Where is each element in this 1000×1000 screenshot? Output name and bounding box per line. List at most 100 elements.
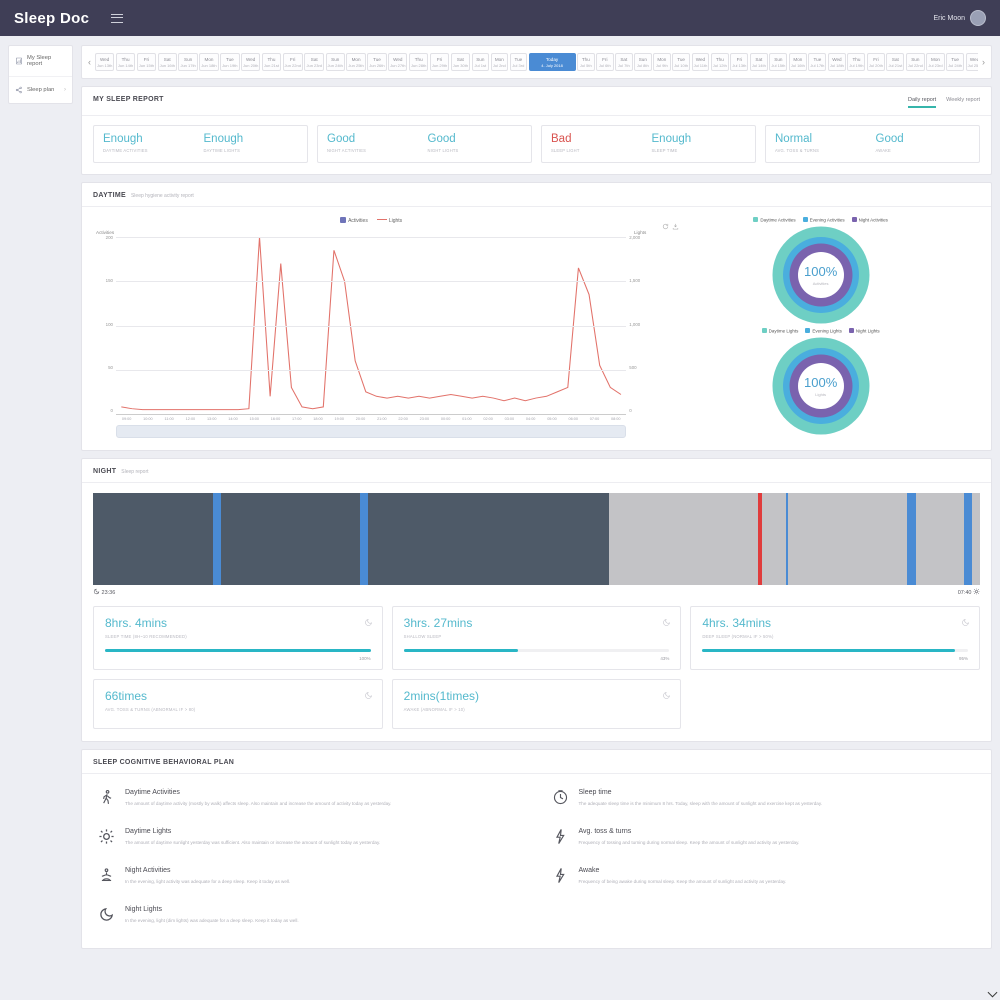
date-tab[interactable]: TueJul 17th: [808, 53, 826, 71]
x-tick: 17:00: [286, 417, 307, 421]
date-tab[interactable]: TueJun 26th: [367, 53, 386, 71]
gridline: [116, 370, 626, 371]
date-tab[interactable]: MonJun 25th: [346, 53, 365, 71]
date-tab[interactable]: MonJul 2nd: [491, 53, 509, 71]
daytime-x-labels: 09:0010:0011:0012:0013:0014:0015:0016:00…: [116, 417, 626, 421]
avatar[interactable]: [970, 10, 986, 26]
date-tab[interactable]: TueJul 24th: [946, 53, 964, 71]
date-tab[interactable]: FriJul 6th: [596, 53, 614, 71]
metric-label: DAYTIME ACTIVITIES: [103, 148, 198, 153]
plan-item-night-lights: Night LightsIn the evening, light (dim l…: [98, 895, 522, 934]
date-tab[interactable]: SunJun 17th: [178, 53, 197, 71]
date-tab[interactable]: SunJul 22nd: [906, 53, 925, 71]
x-tick: 05:00: [541, 417, 562, 421]
plan-item-avg-toss-turns: Avg. toss & turnsFrequency of tossing an…: [552, 817, 976, 856]
legend-item[interactable]: Activities: [340, 217, 368, 224]
legend-item[interactable]: Evening Lights: [805, 328, 842, 334]
date-prev-arrow[interactable]: ‹: [86, 57, 93, 67]
date-tab[interactable]: ThuJul 12th: [711, 53, 729, 71]
tab-daily-report[interactable]: Daily report: [908, 97, 936, 108]
legend-item[interactable]: Night Activities: [852, 217, 888, 223]
user-chip[interactable]: Eric Moon: [933, 10, 986, 26]
date-tab[interactable]: MonJul 9th: [653, 53, 671, 71]
plan-item-text: Daytime ActivitiesThe amount of daytime …: [125, 789, 391, 807]
date-tab[interactable]: MonJun 18th: [199, 53, 218, 71]
legend-item[interactable]: Night Lights: [849, 328, 880, 334]
summary-card: NormalAVG. TOSS & TURNSGoodAWAKE: [765, 125, 980, 163]
date-tab[interactable]: SunJul 1st: [472, 53, 490, 71]
date-tab[interactable]: FriJun 22nd: [283, 53, 303, 71]
date-tab[interactable]: WedJul 25th: [966, 53, 978, 71]
date-tab[interactable]: SatJul 21st: [886, 53, 904, 71]
date-tab[interactable]: FriJul 13th: [730, 53, 748, 71]
plan-item-text: Night LightsIn the evening, light (dim l…: [125, 906, 299, 924]
behavioral-plan-panel: SLEEP COGNITIVE BEHAVIORAL PLAN Daytime …: [81, 749, 992, 949]
date-tab[interactable]: WedJul 11th: [692, 53, 710, 71]
gridline: [116, 281, 626, 282]
hamburger-menu-icon[interactable]: [111, 14, 123, 23]
refresh-icon[interactable]: [662, 217, 669, 224]
date-tab[interactable]: ThuJun 14th: [116, 53, 135, 71]
date-tab[interactable]: TueJul 3rd: [510, 53, 528, 71]
tab-weekly-report[interactable]: Weekly report: [946, 97, 980, 108]
plan-item-desc: Frequency of being awake during normal s…: [579, 878, 787, 885]
date-tab[interactable]: WedJul 18th: [828, 53, 846, 71]
scroll-down-chevron-icon[interactable]: [988, 988, 998, 998]
lights-line: [121, 237, 621, 410]
date-tab[interactable]: SatJun 16th: [158, 53, 177, 71]
date-tab[interactable]: FriJun 15th: [137, 53, 156, 71]
sidebar-item-sleep-plan[interactable]: Sleep plan ›: [9, 77, 72, 103]
plan-item-awake: AwakeFrequency of being awake during nor…: [552, 856, 976, 895]
plan-item-daytime-lights: Daytime LightsThe amount of daytime sunl…: [98, 817, 522, 856]
date-tab[interactable]: ThuJun 21st: [262, 53, 281, 71]
legend-item[interactable]: Daytime Activities: [753, 217, 795, 223]
stat-value: 3hrs. 27mins: [404, 616, 670, 630]
date-tab-today[interactable]: Today4. July 2018: [529, 53, 576, 71]
sleep-timeline[interactable]: [93, 493, 980, 585]
legend-item[interactable]: Daytime Lights: [762, 328, 799, 334]
sidebar-item-my-sleep-report[interactable]: My Sleep report: [9, 46, 72, 77]
night-stats-row2: 66timesAVG. TOSS & TURNS (ABNORMAL IF > …: [82, 670, 991, 741]
date-tab[interactable]: SunJul 15th: [769, 53, 787, 71]
x-tick: 08:00: [605, 417, 626, 421]
legend-item[interactable]: Lights: [377, 218, 402, 224]
legend-bar-swatch: [340, 217, 346, 223]
plan-item-title: Night Activities: [125, 867, 290, 874]
save-icon[interactable]: [672, 217, 679, 224]
date-tab[interactable]: ThuJul 5th: [577, 53, 595, 71]
stat-label: SLEEP TIME (8H~10 RECOMMENDED): [105, 634, 371, 639]
date-tab[interactable]: SunJun 24th: [326, 53, 345, 71]
date-next-arrow[interactable]: ›: [980, 57, 987, 67]
legend-item[interactable]: Evening Activities: [803, 217, 845, 223]
date-tab[interactable]: MonJul 16th: [789, 53, 807, 71]
daytime-plot: [116, 237, 626, 415]
share-icon: [15, 86, 23, 94]
date-tab[interactable]: SatJun 23rd: [304, 53, 324, 71]
plan-item-desc: The amount of daytime activity (mostly b…: [125, 800, 391, 807]
moon-icon: [662, 687, 671, 696]
date-tab[interactable]: TueJul 10th: [672, 53, 690, 71]
plan-item-title: Daytime Lights: [125, 828, 380, 835]
date-tab[interactable]: WedJun 27th: [388, 53, 407, 71]
date-tab[interactable]: SatJul 7th: [615, 53, 633, 71]
date-tab[interactable]: MonJul 23rd: [926, 53, 944, 71]
date-tab[interactable]: FriJun 29th: [430, 53, 449, 71]
night-title: NIGHT: [93, 468, 116, 475]
date-tab[interactable]: SunJul 8th: [634, 53, 652, 71]
date-tab[interactable]: ThuJul 19th: [847, 53, 865, 71]
date-tab[interactable]: FriJul 20th: [867, 53, 885, 71]
summary-card: EnoughDAYTIME ACTIVITIESEnoughDAYTIME LI…: [93, 125, 308, 163]
summary-metric: BadSLEEP LIGHT: [551, 133, 646, 153]
y-tick: 1,000: [629, 322, 648, 327]
date-tab[interactable]: SatJun 30th: [451, 53, 470, 71]
user-name: Eric Moon: [933, 15, 965, 22]
date-tab[interactable]: ThuJun 28th: [409, 53, 428, 71]
x-tick: 19:00: [329, 417, 350, 421]
moon-icon: [364, 687, 373, 696]
date-tab[interactable]: TueJun 19th: [220, 53, 239, 71]
date-tab[interactable]: WedJun 20th: [241, 53, 260, 71]
chart-scroll-brush[interactable]: [116, 425, 626, 438]
date-tab[interactable]: WedJun 13th: [95, 53, 114, 71]
date-tab[interactable]: SatJul 14th: [750, 53, 768, 71]
date-strip: ‹ WedJun 13thThuJun 14thFriJun 15thSatJu…: [81, 45, 992, 79]
